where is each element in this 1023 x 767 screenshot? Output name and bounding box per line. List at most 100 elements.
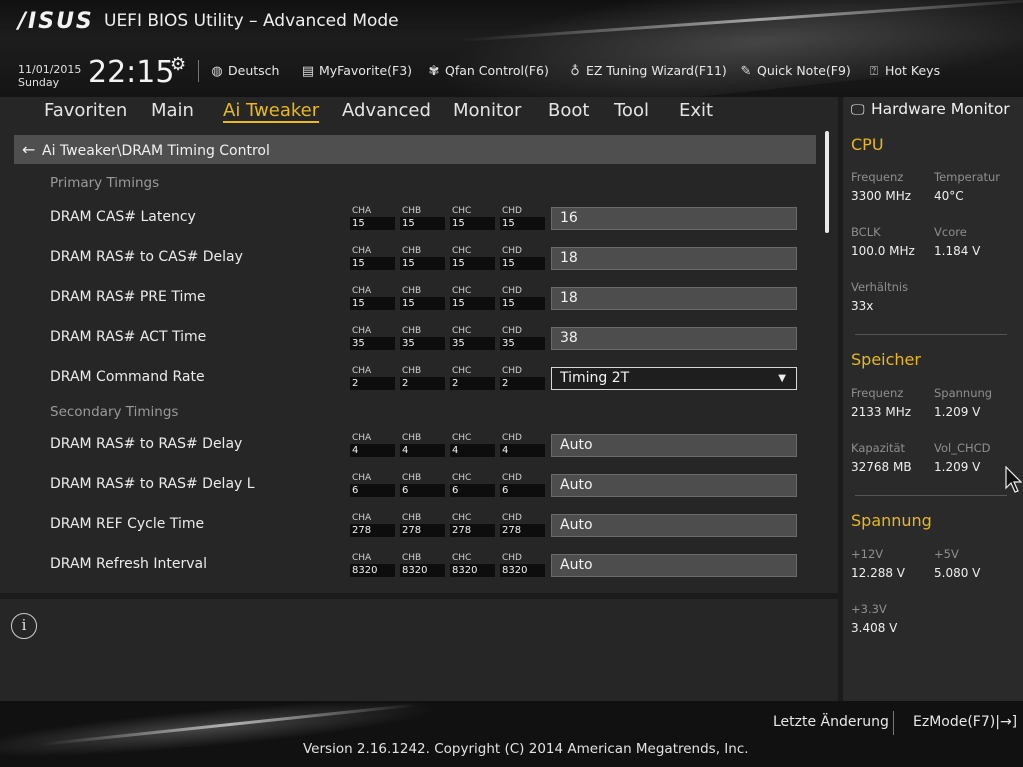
- channel-name: CHB: [402, 326, 422, 336]
- vol-chcd-label: Vol_CHCD: [934, 441, 991, 455]
- tab-monitor[interactable]: Monitor: [453, 100, 521, 121]
- channel-readout: CHC 278: [450, 514, 495, 537]
- setting-label: DRAM RAS# to RAS# Delay: [50, 436, 243, 452]
- channel-value: 6: [400, 484, 445, 497]
- ezmode-button[interactable]: EzMode(F7)|→]: [913, 714, 1017, 730]
- v33-label: +3.3V: [851, 602, 887, 616]
- main-menu-tabs: Favoriten Main Ai Tweaker Advanced Monit…: [0, 97, 838, 125]
- timing-value-field[interactable]: Auto: [551, 514, 797, 537]
- hotkeys-icon: ⍰: [870, 64, 878, 79]
- channel-name: CHC: [452, 553, 472, 563]
- channel-value: 8320: [350, 564, 395, 577]
- channel-name: CHD: [502, 326, 522, 336]
- timing-value-field[interactable]: Auto: [551, 434, 797, 457]
- cpu-temp-label: Temperatur: [934, 170, 1001, 184]
- cpu-freq-value: 3300 MHz: [851, 189, 912, 203]
- field-value: 18: [560, 250, 578, 266]
- header-bar: /ISUS UEFI BIOS Utility – Advanced Mode …: [0, 0, 1023, 97]
- channel-readout: CHD 6: [500, 474, 545, 497]
- quick-note-button[interactable]: ✎ Quick Note(F9): [739, 63, 851, 79]
- field-value: Auto: [560, 517, 593, 533]
- tab-exit[interactable]: Exit: [679, 100, 713, 121]
- channel-value: 4: [350, 444, 395, 457]
- channel-readout: CHB 6: [400, 474, 445, 497]
- timing-value-field[interactable]: Auto: [551, 474, 797, 497]
- cpu-freq-label: Frequenz: [851, 170, 904, 184]
- channel-readout: CHD 15: [500, 246, 545, 270]
- channel-name: CHC: [452, 286, 472, 296]
- channel-readout: CHB 4: [400, 433, 445, 457]
- channel-name: CHC: [452, 433, 472, 443]
- ez-tuning-button[interactable]: ♁ EZ Tuning Wizard(F11): [568, 63, 727, 79]
- channel-value: 15: [450, 297, 495, 310]
- section-primary-timings: Primary Timings: [50, 175, 160, 191]
- tab-advanced[interactable]: Advanced: [342, 100, 431, 121]
- vcore-label: Vcore: [934, 225, 967, 239]
- setting-label: DRAM CAS# Latency: [50, 209, 196, 225]
- vol-chcd-value: 1.209 V: [934, 460, 981, 474]
- last-change-button[interactable]: Letzte Änderung: [773, 714, 889, 730]
- voltage-heading: Spannung: [851, 511, 932, 530]
- chevron-down-icon: ▼: [778, 373, 786, 384]
- hot-keys-button[interactable]: ⍰ Hot Keys: [867, 63, 940, 79]
- channel-name: CHA: [352, 366, 372, 376]
- note-icon: ✎: [740, 64, 752, 79]
- quick-note-label: Quick Note(F9): [757, 63, 851, 78]
- section-secondary-timings: Secondary Timings: [50, 404, 179, 420]
- tab-main[interactable]: Main: [151, 100, 194, 121]
- timing-value-field[interactable]: 38: [551, 327, 797, 350]
- language-button[interactable]: ◍ Deutsch: [210, 63, 279, 79]
- channel-name: CHD: [502, 553, 522, 563]
- channel-name: CHD: [502, 366, 522, 376]
- myfavorite-button[interactable]: ▤ MyFavorite(F3): [301, 63, 412, 79]
- channel-readout: CHA 278: [350, 514, 395, 537]
- channel-name: CHC: [452, 366, 472, 376]
- channel-readout: CHB 2: [400, 367, 445, 390]
- settings-panel: ← Ai Tweaker\DRAM Timing Control Primary …: [0, 125, 838, 593]
- date-text: 11/01/2015: [18, 63, 82, 76]
- hardware-monitor-panel: 🖵 Hardware Monitor CPU Frequenz Temperatu…: [843, 97, 1023, 701]
- channel-value: 15: [350, 257, 395, 270]
- scrollbar[interactable]: [825, 131, 829, 233]
- timing-value-field[interactable]: Auto: [551, 554, 797, 577]
- breadcrumb[interactable]: ← Ai Tweaker\DRAM Timing Control: [14, 135, 816, 164]
- capacity-label: Kapazität: [851, 441, 906, 455]
- command-rate-select[interactable]: Timing 2T ▼: [551, 367, 797, 390]
- channel-name: CHB: [402, 433, 422, 443]
- channel-readout: CHD 4: [500, 434, 545, 457]
- app-title: UEFI BIOS Utility – Advanced Mode: [104, 11, 399, 31]
- channel-readout: CHC 6: [450, 474, 495, 497]
- info-icon: i: [11, 613, 37, 639]
- setting-label: DRAM RAS# to RAS# Delay L: [50, 476, 255, 492]
- qfan-button[interactable]: ✾ Qfan Control(F6): [427, 63, 549, 79]
- channel-readout: CHD 8320: [500, 553, 545, 577]
- monitor-icon: 🖵: [851, 102, 865, 118]
- tab-boot[interactable]: Boot: [548, 100, 589, 121]
- setting-label: DRAM REF Cycle Time: [50, 516, 205, 532]
- channel-value: 15: [350, 217, 395, 230]
- timing-value-field[interactable]: 16: [551, 207, 797, 230]
- timing-value-field[interactable]: 18: [551, 287, 797, 310]
- channel-readout: CHA 2: [350, 366, 395, 390]
- tab-tool[interactable]: Tool: [614, 100, 649, 121]
- timing-value-field[interactable]: 18: [551, 247, 797, 270]
- channel-name: CHD: [502, 246, 522, 256]
- language-label: Deutsch: [228, 63, 280, 78]
- setting-label: DRAM RAS# to CAS# Delay: [50, 249, 243, 265]
- setting-label: DRAM RAS# PRE Time: [50, 289, 206, 305]
- channel-readout: CHC 15: [450, 286, 495, 310]
- channel-readout: CHD 2: [500, 366, 545, 390]
- channel-name: CHA: [352, 473, 372, 483]
- channel-name: CHD: [502, 513, 522, 523]
- v33-value: 3.408 V: [851, 621, 898, 635]
- tab-ai-tweaker[interactable]: Ai Tweaker: [223, 100, 320, 123]
- gear-icon[interactable]: ⚙: [170, 54, 186, 75]
- tab-favoriten[interactable]: Favoriten: [44, 100, 127, 121]
- setting-label: DRAM Command Rate: [50, 369, 205, 385]
- field-value: Timing 2T: [560, 370, 630, 386]
- v12-value: 12.288 V: [851, 566, 906, 580]
- back-arrow-icon[interactable]: ←: [22, 135, 42, 164]
- bclk-value: 100.0 MHz: [851, 244, 915, 258]
- header-divider: [198, 60, 199, 82]
- copyright-text: Version 2.16.1242. Copyright (C) 2014 Am…: [303, 741, 749, 757]
